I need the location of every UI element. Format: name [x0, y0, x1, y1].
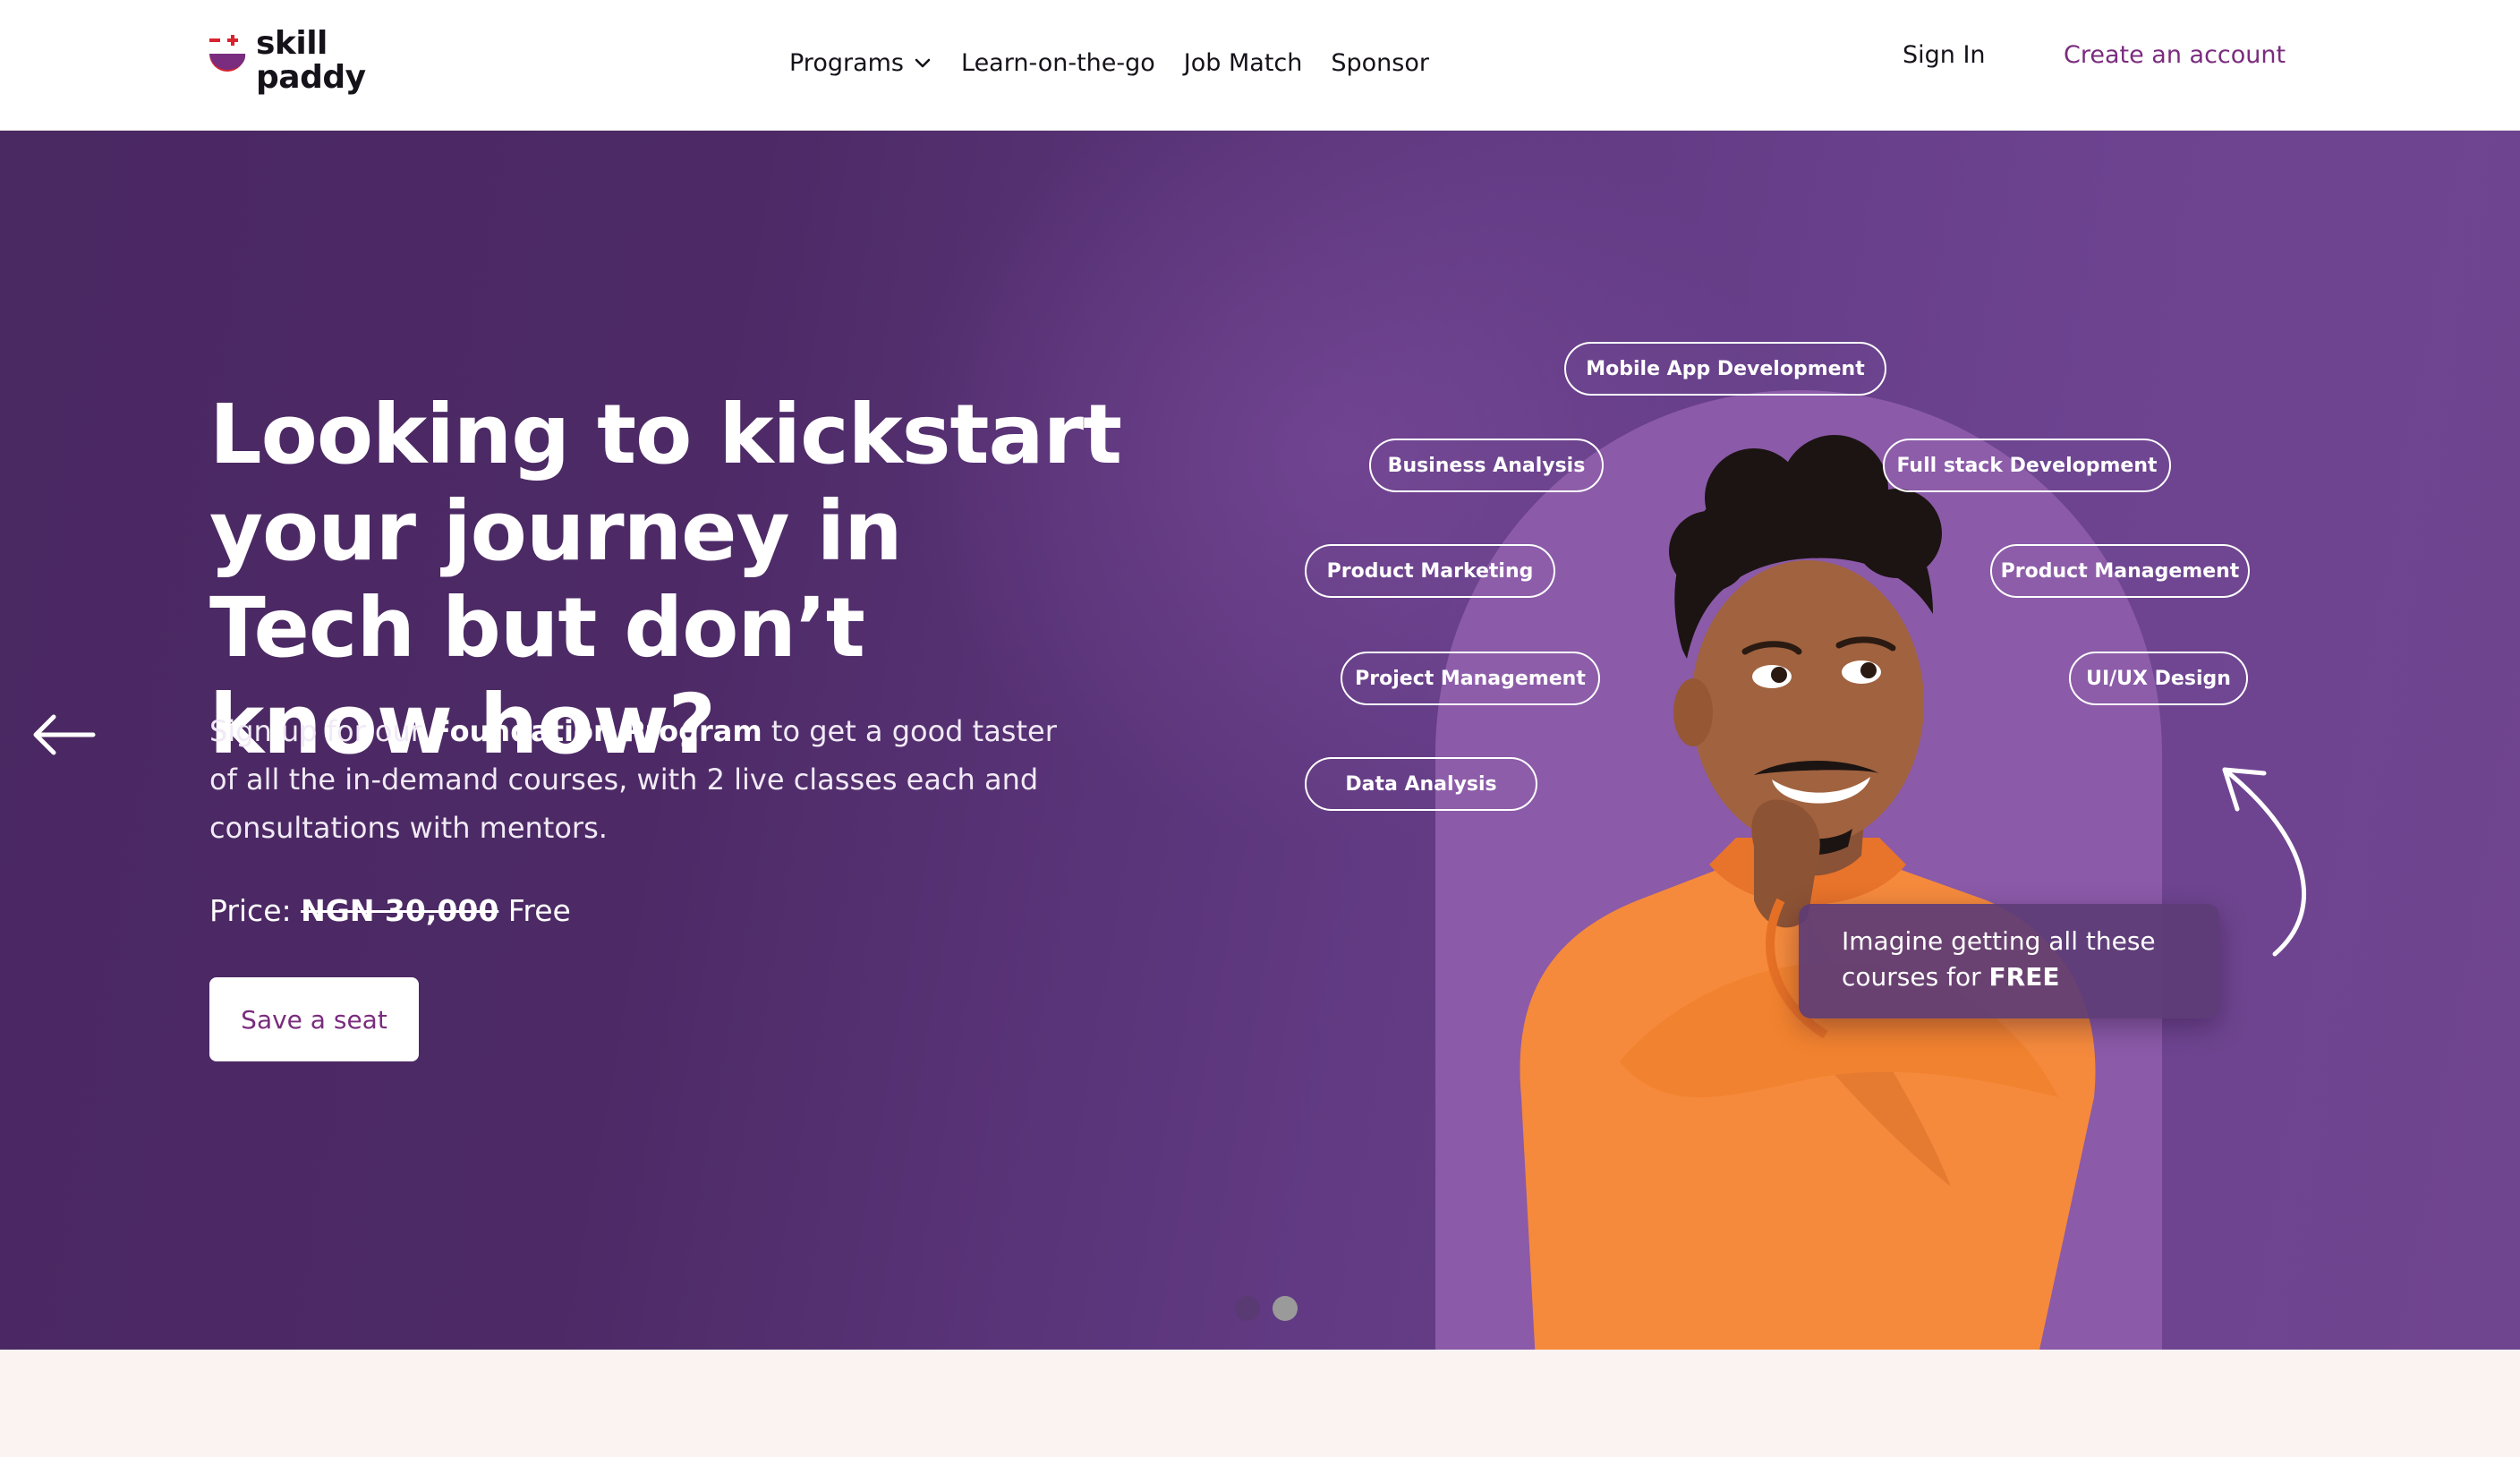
course-pill-product-marketing: Product Marketing — [1305, 544, 1555, 598]
nav-programs-label: Programs — [789, 48, 904, 77]
hero-description: Sign up for our Foundation Program to ge… — [209, 707, 1068, 852]
price-free: Free — [498, 893, 571, 928]
hero-description-program: Foundation Program — [431, 714, 762, 748]
carousel-dot-2[interactable] — [1273, 1296, 1298, 1321]
nav-sponsor[interactable]: Sponsor — [1331, 49, 1429, 77]
chevron-down-icon — [915, 58, 931, 68]
logo-word-line2: paddy — [256, 59, 366, 96]
create-account-link[interactable]: Create an account — [2064, 41, 2286, 69]
logo-word-line1: skill — [256, 25, 328, 62]
curved-arrow-icon — [2222, 767, 2306, 957]
course-pill-business-analysis: Business Analysis — [1369, 439, 1604, 492]
sign-in-link[interactable]: Sign In — [1903, 41, 1986, 69]
nav-programs[interactable]: Programs — [789, 49, 932, 77]
logo-wordmark: skill paddy — [256, 27, 366, 95]
carousel-dot-1[interactable] — [1235, 1296, 1260, 1321]
save-a-seat-button[interactable]: Save a seat — [209, 977, 419, 1061]
course-pill-full-stack-development: Full stack Development — [1883, 439, 2171, 492]
free-courses-callout: Imagine getting all these courses for FR… — [1799, 904, 2219, 1018]
callout-free: FREE — [1988, 962, 2060, 992]
logo-mark-icon — [209, 35, 246, 72]
carousel-dots — [1235, 1296, 1310, 1321]
nav-learn-on-the-go[interactable]: Learn-on-the-go — [961, 49, 1155, 77]
skillpaddy-logo[interactable]: skill paddy — [208, 27, 378, 95]
hero-description-pre: Sign up for our — [209, 714, 432, 748]
nav-job-match[interactable]: Job Match — [1184, 49, 1303, 77]
course-pill-data-analysis: Data Analysis — [1305, 757, 1537, 811]
main-nav: Programs Learn-on-the-go Job Match Spons… — [789, 45, 1458, 81]
course-pill-product-management: Product Management — [1990, 544, 2250, 598]
course-pill-ui-ux-design: UI/UX Design — [2069, 652, 2248, 705]
course-pill-project-management: Project Management — [1341, 652, 1600, 705]
hero-price: Price: NGN 30,000 Free — [209, 893, 571, 928]
next-section — [0, 1350, 2520, 1457]
arrow-left-icon[interactable] — [30, 712, 97, 757]
hero-carousel: Looking to kickstart your journey in Tec… — [0, 131, 2520, 1350]
price-original: NGN 30,000 — [301, 893, 499, 928]
course-pill-mobile-app-development: Mobile App Development — [1564, 342, 1886, 396]
price-label: Price: — [209, 893, 302, 928]
site-header: skill paddy Programs Learn-on-the-go Job… — [0, 0, 2520, 131]
